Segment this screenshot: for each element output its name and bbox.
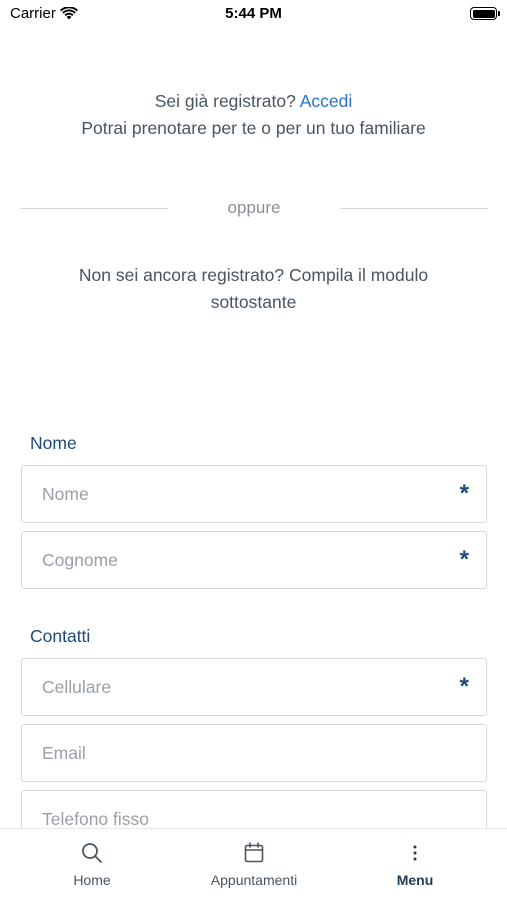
landline-placeholder: Telefono fisso xyxy=(42,809,150,829)
last-name-placeholder: Cognome xyxy=(42,550,118,570)
tab-menu-label: Menu xyxy=(396,872,434,888)
first-name-field[interactable]: Nome * xyxy=(21,465,487,523)
required-asterisk: * xyxy=(459,480,469,507)
login-prompt: Sei già registrato? Accedi xyxy=(0,91,507,112)
search-icon xyxy=(82,843,102,863)
required-asterisk: * xyxy=(459,546,469,573)
battery-icon xyxy=(470,7,500,20)
login-link[interactable]: Accedi xyxy=(300,91,353,111)
section-title-name: Nome xyxy=(30,433,77,453)
tab-bar: Home Appuntamenti Menu xyxy=(0,828,507,900)
or-divider: oppure xyxy=(20,198,488,220)
already-registered-text: Sei già registrato? xyxy=(154,91,296,111)
tab-appointments[interactable]: Appuntamenti xyxy=(184,829,324,900)
last-name-field[interactable]: Cognome * xyxy=(21,531,487,589)
mobile-placeholder: Cellulare xyxy=(42,677,112,697)
tab-home-label: Home xyxy=(73,872,111,888)
tab-appointments-label: Appuntamenti xyxy=(210,872,298,888)
status-bar: Carrier 5:44 PM xyxy=(0,0,507,30)
email-field[interactable]: Email xyxy=(21,724,487,782)
first-name-placeholder: Nome xyxy=(42,484,89,504)
intro-subtitle: Potrai prenotare per te o per un tuo fam… xyxy=(81,118,426,138)
required-asterisk: * xyxy=(459,673,469,700)
calendar-icon xyxy=(244,842,264,863)
email-placeholder: Email xyxy=(42,743,86,763)
mobile-field[interactable]: Cellulare * xyxy=(21,658,487,716)
tab-menu[interactable]: Menu xyxy=(345,829,485,900)
status-time: 5:44 PM xyxy=(225,5,282,22)
more-vertical-icon xyxy=(413,845,417,861)
tab-home[interactable]: Home xyxy=(22,829,162,900)
register-prompt: Non sei ancora registrato? Compila il mo… xyxy=(78,265,429,312)
section-title-contacts: Contatti xyxy=(30,626,91,646)
